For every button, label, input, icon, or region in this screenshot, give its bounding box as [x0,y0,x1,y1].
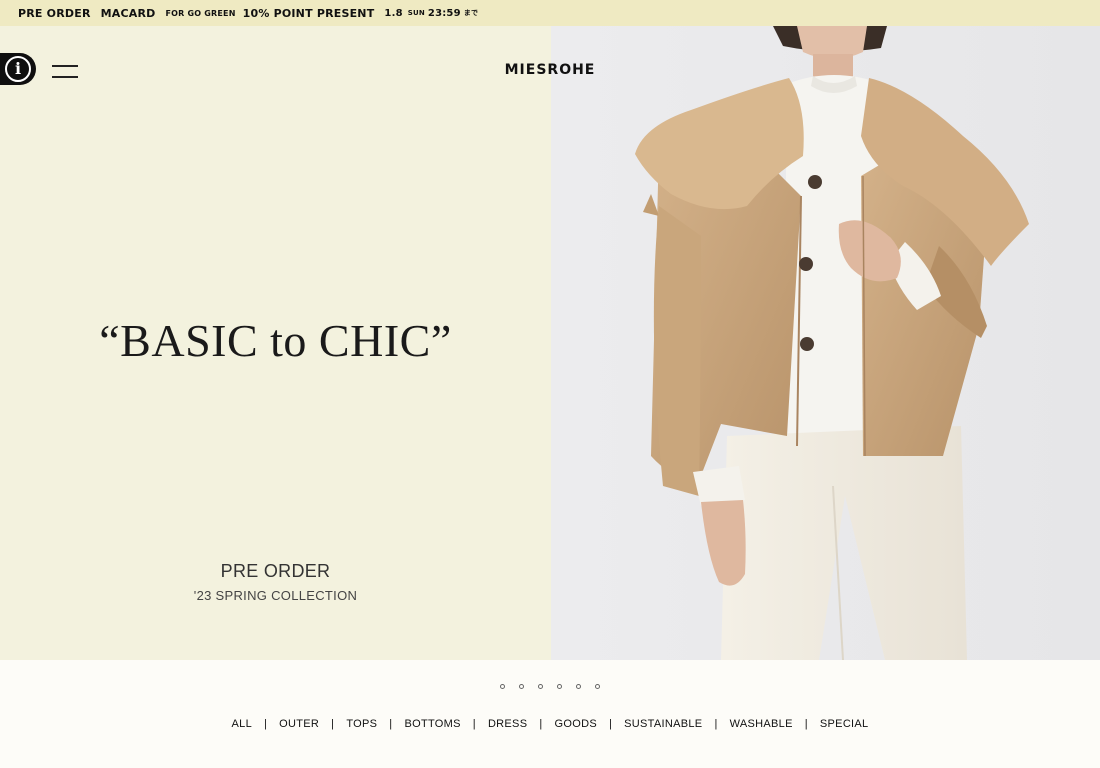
category-link-sustainable[interactable]: SUSTAINABLE [612,718,714,730]
carousel-dot[interactable] [557,684,562,689]
hero-pre-order-title[interactable]: PRE ORDER [0,561,551,582]
announcement-date: 1.8 [384,7,403,19]
brand-logo[interactable]: MIESROHE [470,62,630,78]
menu-line [52,65,78,67]
category-link-dress[interactable]: DRESS [476,718,539,730]
announcement-point-present: 10% POINT PRESENT [242,6,375,20]
announcement-go-green: FOR GO GREEN [165,8,236,18]
announcement-macard: MACARD [100,6,156,20]
info-icon: i [5,56,31,82]
announcement-day: SUN [407,9,425,17]
hero-text-panel: “BASIC to CHIC” PRE ORDER '23 SPRING COL… [0,26,551,660]
announcement-time: 23:59 [427,7,461,19]
hero-banner[interactable]: “BASIC to CHIC” PRE ORDER '23 SPRING COL… [0,26,1100,660]
category-nav: ALL | OUTER | TOPS | BOTTOMS | DRESS | GOODS | SUSTA… [0,718,1100,730]
carousel-dot[interactable] [538,684,543,689]
announcement-pre-order: PRE ORDER [18,6,91,20]
carousel-dot[interactable] [576,684,581,689]
carousel-dot[interactable] [500,684,505,689]
category-link-bottoms[interactable]: BOTTOMS [392,718,472,730]
category-link-special[interactable]: SPECIAL [808,718,881,730]
model-photo [551,26,1100,660]
hamburger-menu-button[interactable] [52,65,78,79]
category-link-goods[interactable]: GOODS [543,718,609,730]
hero-collection-subtitle: '23 SPRING COLLECTION [193,588,358,603]
category-link-outer[interactable]: OUTER [267,718,331,730]
category-link-all[interactable]: ALL [220,718,264,730]
carousel-dot[interactable] [519,684,524,689]
announcement-bar[interactable]: PRE ORDER MACARD FOR GO GREEN 10% POINT … [0,0,1100,26]
category-link-washable[interactable]: WASHABLE [718,718,805,730]
carousel-dots [0,684,1100,689]
category-link-tops[interactable]: TOPS [334,718,389,730]
info-button[interactable]: i [0,53,36,85]
carousel-dot[interactable] [595,684,600,689]
hero-photo-panel[interactable] [551,26,1100,660]
menu-line [52,76,78,78]
announcement-suffix: まで [463,9,479,17]
hero-headline: “BASIC to CHIC” [99,315,452,366]
